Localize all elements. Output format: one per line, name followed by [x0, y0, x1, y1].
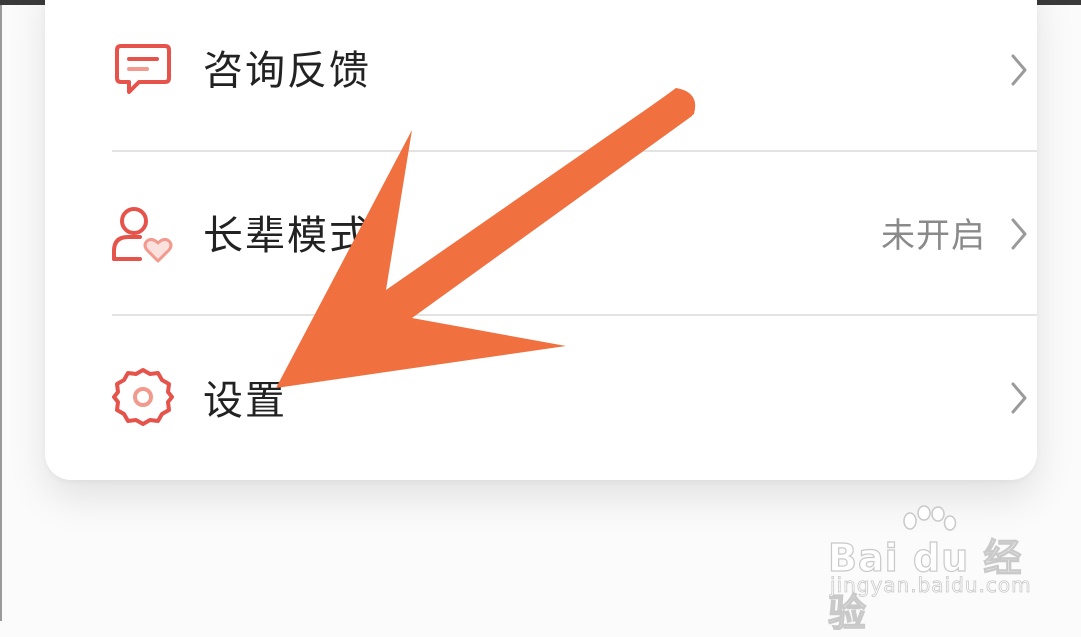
menu-divider: [112, 314, 1037, 316]
elder-mode-person-heart-icon: [110, 203, 173, 265]
menu-item-label[interactable]: 咨询反馈: [203, 46, 371, 96]
chevron-right-icon[interactable]: [1007, 214, 1031, 254]
feedback-chat-icon: [113, 40, 175, 102]
elder-mode-status: 未开启: [881, 216, 986, 256]
settings-gear-icon: [112, 366, 174, 428]
baidu-jingyan-watermark: Bai du 经验 jingyan.baidu.com: [827, 505, 1048, 636]
menu-divider: [112, 150, 1037, 152]
watermark-url: jingyan.baidu.com: [830, 573, 1032, 598]
menu-item-label[interactable]: 设置: [203, 376, 287, 426]
chevron-right-icon[interactable]: [1007, 50, 1031, 90]
chevron-right-icon[interactable]: [1007, 378, 1031, 418]
menu-item-label[interactable]: 长辈模式: [203, 211, 371, 261]
left-edge-border: [0, 5, 2, 621]
